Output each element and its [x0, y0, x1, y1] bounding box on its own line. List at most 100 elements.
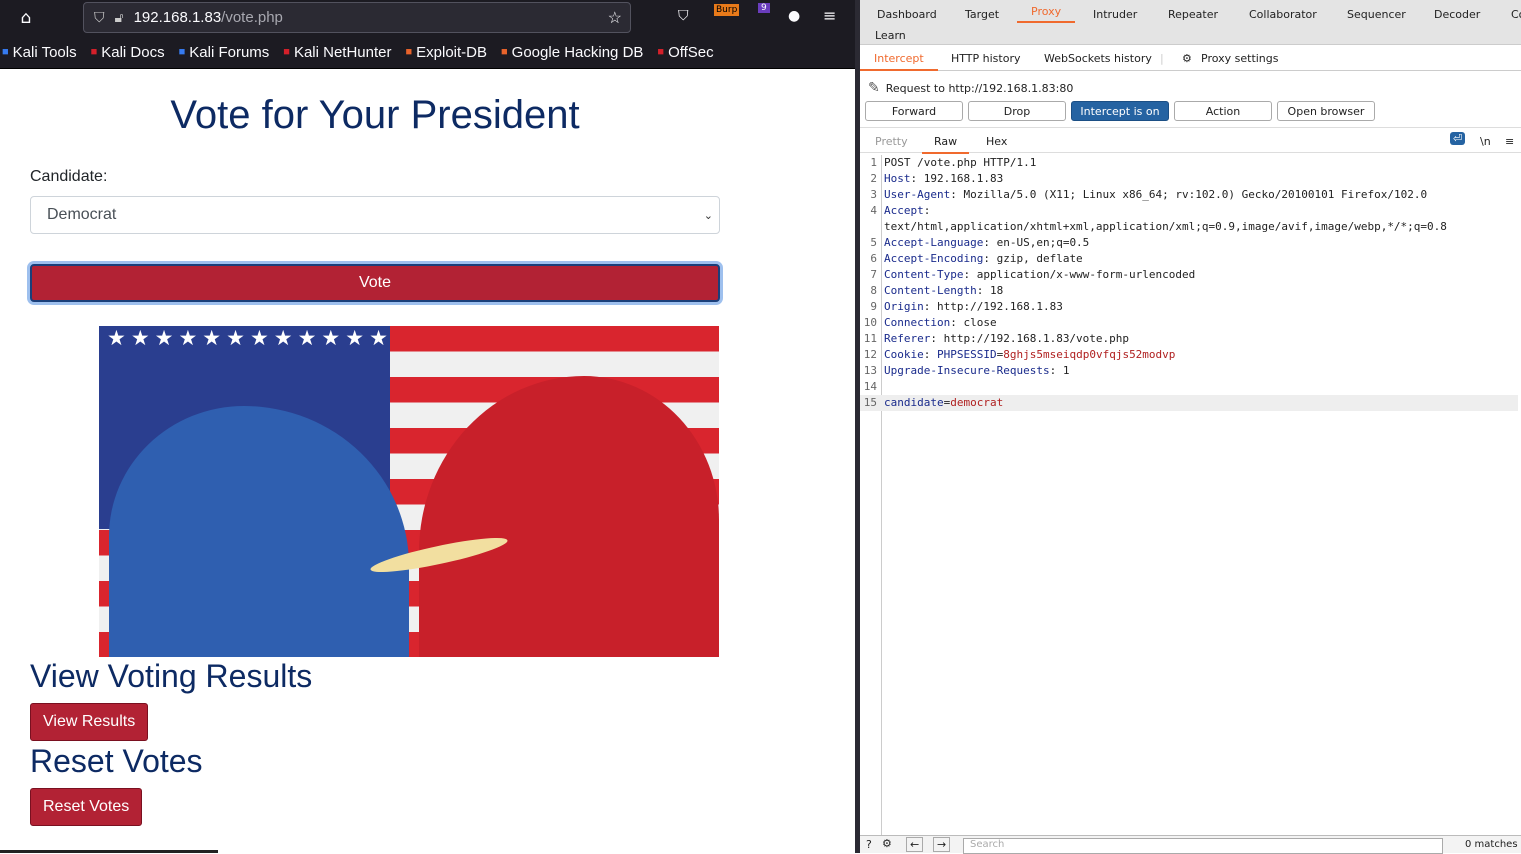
bookmark-label: OffSec — [668, 43, 714, 61]
tab-hex[interactable]: Hex — [986, 135, 1007, 148]
line-number: 10 — [863, 316, 877, 329]
search-input[interactable]: Search — [963, 838, 1443, 854]
previous-match-icon[interactable]: ← — [906, 837, 924, 852]
candidate-label: Candidate: — [30, 168, 108, 185]
bookmark-label: Exploit-DB — [416, 43, 488, 61]
wrap-lines-icon[interactable]: ⏎ — [1450, 132, 1466, 145]
line-number: 8 — [870, 284, 877, 297]
candidate-select[interactable]: Democrat ⌄ — [30, 196, 720, 234]
intercept-toggle-button[interactable]: Intercept is on — [1071, 101, 1169, 121]
settings-icon[interactable]: ⚙ — [882, 837, 892, 850]
header-value: http://192.168.1.83 — [930, 300, 1063, 313]
burp-extension-icon[interactable]: Burp — [714, 4, 740, 16]
request-line: 5 Accept-Language: en-US,en;q=0.5 — [860, 235, 1518, 251]
tab-proxy[interactable]: Proxy — [1017, 5, 1076, 23]
tab-separator: | — [1160, 52, 1164, 65]
request-line: 2 Host: 192.168.1.83 — [860, 171, 1518, 187]
bookmarks-bar: ■ Kali Tools ■ Kali Docs ■ Kali Forums ■ Kali N… — [0, 36, 855, 69]
next-match-icon[interactable]: → — [933, 837, 951, 852]
forward-button[interactable]: Forward — [865, 101, 963, 121]
request-editor[interactable]: 1 POST /vote.php HTTP/1.1 2 Host: 192.168.1… — [860, 155, 1521, 835]
bookmark-star-icon[interactable]: ☆ — [608, 8, 622, 28]
view-results-button[interactable]: View Results — [30, 703, 149, 741]
open-browser-button[interactable]: Open browser — [1277, 101, 1375, 121]
page-title: Vote for Your President — [170, 93, 580, 137]
tab-comparer[interactable]: Co — [1511, 8, 1521, 21]
tab-http-history[interactable]: HTTP history — [951, 52, 1020, 65]
vote-button[interactable]: Vote — [30, 264, 720, 302]
bookmark-favicon-icon: ■ — [657, 46, 665, 58]
bookmark-favicon-icon: ■ — [501, 46, 508, 58]
tab-decoder[interactable]: Decoder — [1434, 8, 1480, 21]
main-tabs: Dashboard Target Proxy Intruder Repeater… — [860, 0, 1521, 45]
bookmark-item[interactable]: ■ Kali Docs — [91, 44, 165, 61]
tab-intruder[interactable]: Intruder — [1093, 8, 1137, 21]
results-heading: View Voting Results — [30, 658, 313, 694]
gear-icon[interactable]: ⚙ — [1182, 52, 1192, 65]
burp-suite-window: Dashboard Target Proxy Intruder Repeater… — [860, 0, 1521, 854]
tab-websockets-history[interactable]: WebSockets history — [1044, 52, 1152, 65]
tab-collaborator[interactable]: Collaborator — [1249, 8, 1317, 21]
home-icon[interactable]: ⌂ — [0, 8, 52, 28]
line-number: 14 — [863, 380, 877, 393]
match-count: 0 matches — [1465, 839, 1518, 850]
header-value: gzip, deflate — [989, 252, 1083, 265]
request-line: 6 Accept-Encoding: gzip, deflate — [860, 251, 1518, 267]
bookmark-label: Kali Forums — [189, 43, 270, 61]
header-value: 1 — [1056, 364, 1070, 377]
action-button[interactable]: Action — [1174, 101, 1272, 121]
bookmark-item[interactable]: ■ Kali Forums — [179, 44, 270, 61]
header-name: Accept — [884, 204, 924, 217]
bookmark-item[interactable]: ■ Exploit-DB — [406, 44, 488, 61]
tab-sequencer[interactable]: Sequencer — [1347, 8, 1406, 21]
bookmark-label: Google Hacking DB — [511, 43, 644, 61]
insecure-lock-icon[interactable]: 🔓︎ — [115, 9, 124, 26]
tab-proxy-settings[interactable]: Proxy settings — [1201, 52, 1279, 65]
chevron-down-icon: ⌄ — [703, 209, 713, 222]
pocket-icon[interactable]: ⛉ — [678, 8, 689, 24]
header-value: application/x-www-form-urlencoded — [970, 268, 1196, 281]
options-menu-icon[interactable]: ≡ — [1505, 135, 1514, 148]
tab-target[interactable]: Target — [965, 8, 999, 21]
bookmark-item[interactable]: ■ Kali NetHunter — [283, 44, 391, 61]
bookmark-favicon-icon: ■ — [2, 46, 9, 58]
pencil-icon[interactable]: ✎ — [868, 80, 880, 96]
line-number: 6 — [870, 252, 877, 265]
bookmark-item[interactable]: ■ Kali Tools — [2, 44, 77, 61]
url-bar[interactable]: ⛉ 🔓︎ 192.168.1.83/vote.php ☆ — [83, 2, 631, 33]
shield-icon[interactable]: ⛉ — [94, 9, 105, 26]
line-number: 1 — [870, 156, 877, 169]
reset-votes-button[interactable]: Reset Votes — [30, 788, 143, 826]
bookmark-favicon-icon: ■ — [283, 46, 290, 58]
extension-badge[interactable]: 9 — [758, 3, 770, 13]
line-number: 12 — [863, 348, 877, 361]
request-line: 3 User-Agent: Mozilla/5.0 (X11; Linux x86… — [860, 187, 1518, 203]
tab-intercept[interactable]: Intercept — [860, 52, 938, 71]
elephant-figure — [419, 376, 719, 657]
candidate-selected-value: Democrat — [47, 206, 117, 223]
newline-toggle[interactable]: \n — [1480, 135, 1491, 148]
request-line: 9 Origin: http://192.168.1.83 — [860, 299, 1518, 315]
message-view-tabs: Pretty Raw Hex ⏎ \n ≡ — [860, 127, 1521, 154]
line-number: 5 — [870, 236, 877, 249]
search-bar: ? ⚙ ← → Search 0 matches — [860, 835, 1521, 854]
request-line: 10 Connection: close — [860, 315, 1518, 331]
tab-repeater[interactable]: Repeater — [1168, 8, 1218, 21]
line-number: 3 — [870, 188, 877, 201]
bookmark-label: Kali Tools — [12, 43, 77, 61]
tab-pretty[interactable]: Pretty — [875, 135, 908, 148]
request-text: POST /vote.php HTTP/1.1 — [884, 156, 1037, 169]
tab-learn[interactable]: Learn — [875, 29, 906, 42]
bookmark-item[interactable]: ■ Google Hacking DB — [501, 44, 643, 61]
header-name: Referer — [884, 332, 931, 345]
request-line: 7 Content-Type: application/x-www-form-ur… — [860, 267, 1518, 283]
drop-button[interactable]: Drop — [968, 101, 1066, 121]
help-icon[interactable]: ? — [866, 838, 872, 851]
header-name: Connection — [884, 316, 951, 329]
line-number: 9 — [870, 300, 877, 313]
tab-dashboard[interactable]: Dashboard — [877, 8, 937, 21]
bookmark-item[interactable]: ■ OffSec — [657, 44, 713, 61]
menu-icon[interactable]: ≡ — [823, 6, 836, 25]
tab-raw[interactable]: Raw — [922, 135, 970, 154]
hat-extension-icon[interactable]: ● — [788, 8, 800, 24]
